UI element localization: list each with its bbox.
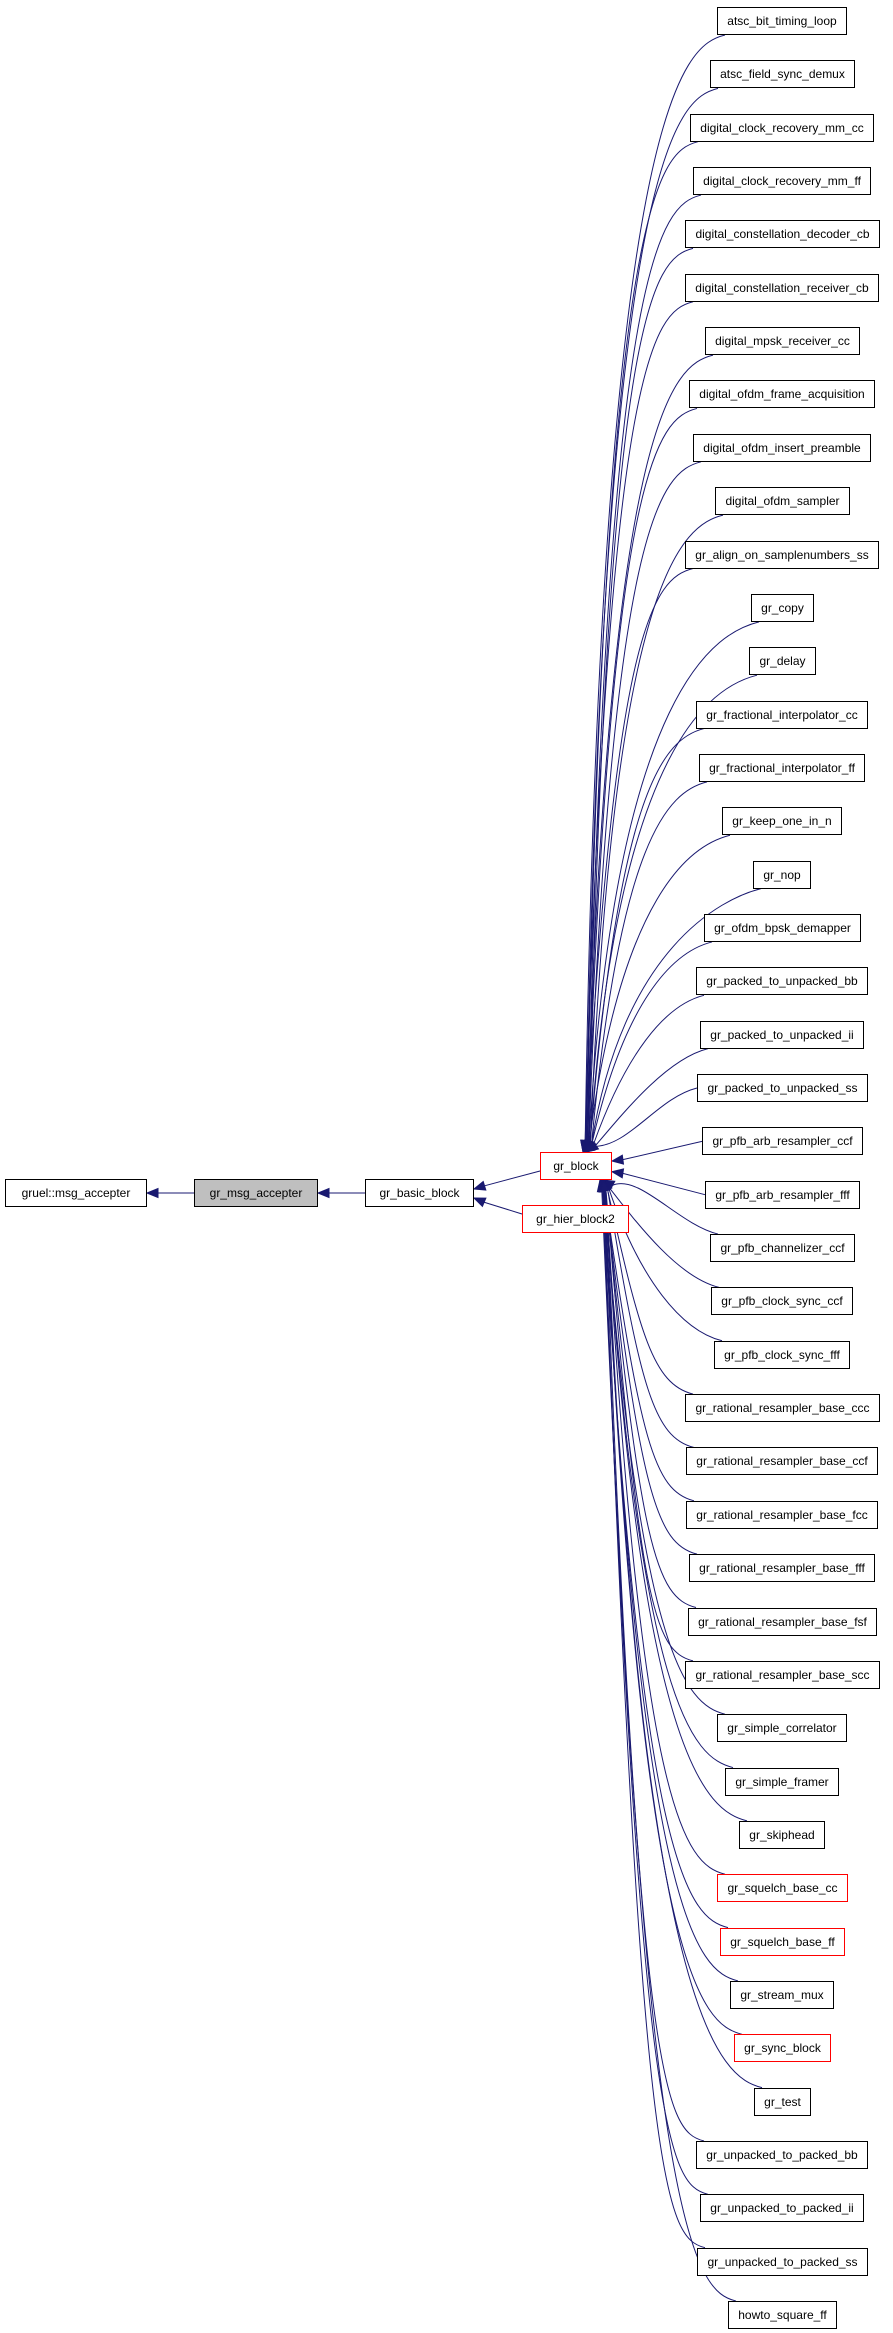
node-gr-ofdm-bpsk-demapper[interactable]: gr_ofdm_bpsk_demapper <box>704 914 861 942</box>
node-gr-rational-resampler-base-fff[interactable]: gr_rational_resampler_base_fff <box>689 1554 875 1582</box>
node-digital-clock-recovery-mm-cc[interactable]: digital_clock_recovery_mm_cc <box>690 114 874 142</box>
node-gr-pfb-clock-sync-ccf[interactable]: gr_pfb_clock_sync_ccf <box>711 1287 853 1315</box>
edge-gr-rational-resampler-base-scc <box>605 1190 694 1662</box>
node-digital-mpsk-receiver-cc[interactable]: digital_mpsk_receiver_cc <box>705 327 860 355</box>
node-gr-hier-block2[interactable]: gr_hier_block2 <box>522 1205 629 1233</box>
node-gr-fractional-interpolator-ff[interactable]: gr_fractional_interpolator_ff <box>699 754 865 782</box>
node-gr-packed-to-unpacked-bb[interactable]: gr_packed_to_unpacked_bb <box>696 967 868 995</box>
node-gr-skiphead[interactable]: gr_skiphead <box>739 1821 825 1849</box>
edge-gr-squelch-base-cc <box>605 1190 726 1875</box>
node-gr-unpacked-to-packed-bb[interactable]: gr_unpacked_to_packed_bb <box>696 2141 868 2169</box>
edge-gr-hier-block2-arrowhead <box>472 1197 487 1208</box>
node-gr-unpacked-to-packed-ss[interactable]: gr_unpacked_to_packed_ss <box>697 2248 868 2276</box>
node-digital-constellation-receiver-cb[interactable]: digital_constellation_receiver_cb <box>685 274 879 302</box>
node-atsc-field-sync-demux[interactable]: atsc_field_sync_demux <box>710 60 855 88</box>
node-gr-pfb-clock-sync-fff[interactable]: gr_pfb_clock_sync_fff <box>714 1341 850 1369</box>
edge-gr-block-arrowhead <box>472 1180 487 1191</box>
node-gr-rational-resampler-base-fsf[interactable]: gr_rational_resampler_base_fsf <box>688 1608 877 1636</box>
edge-gr-basic-block-arrowhead <box>316 1187 330 1199</box>
edge-gr-delay <box>589 674 758 1143</box>
node-gr-pfb-channelizer-ccf[interactable]: gr_pfb_channelizer_ccf <box>710 1234 855 1262</box>
node-gr-squelch-base-cc[interactable]: gr_squelch_base_cc <box>717 1874 848 1902</box>
node-gr-align-on-samplenumbers-ss[interactable]: gr_align_on_samplenumbers_ss <box>685 541 879 569</box>
edge-gr-pfb-arb-resampler-fff-arrowhead <box>610 1168 625 1179</box>
node-gr-fractional-interpolator-cc[interactable]: gr_fractional_interpolator_cc <box>696 701 868 729</box>
node-gr-delay[interactable]: gr_delay <box>749 647 816 675</box>
edge-gr-ofdm-bpsk-demapper <box>591 941 713 1144</box>
node-gr-basic-block[interactable]: gr_basic_block <box>365 1179 474 1207</box>
edge-gr-pfb-arb-resampler-ccf <box>622 1140 703 1161</box>
node-gr-stream-mux[interactable]: gr_stream_mux <box>730 1981 834 2009</box>
edge-gr-pfb-arb-resampler-fff <box>622 1172 706 1196</box>
edge-gr-pfb-arb-resampler-ccf-arrowhead <box>610 1154 625 1165</box>
node-gr-test[interactable]: gr_test <box>754 2088 811 2116</box>
node-gr-sync-block[interactable]: gr_sync_block <box>734 2034 831 2062</box>
node-gruel-msg-accepter[interactable]: gruel::msg_accepter <box>5 1179 147 1207</box>
node-digital-ofdm-frame-acquisition[interactable]: digital_ofdm_frame_acquisition <box>689 380 875 408</box>
edge-gr-packed-to-unpacked-bb <box>593 994 705 1145</box>
node-gr-unpacked-to-packed-ii[interactable]: gr_unpacked_to_packed_ii <box>700 2194 864 2222</box>
node-digital-ofdm-insert-preamble[interactable]: digital_ofdm_insert_preamble <box>693 434 871 462</box>
edge-gr-pfb-clock-sync-ccf <box>608 1186 720 1288</box>
node-gr-squelch-base-ff[interactable]: gr_squelch_base_ff <box>720 1928 845 1956</box>
edge-gr-msg-accepter-arrowhead <box>145 1187 159 1199</box>
node-gr-pfb-arb-resampler-fff[interactable]: gr_pfb_arb_resampler_fff <box>705 1181 860 1209</box>
node-digital-clock-recovery-mm-ff[interactable]: digital_clock_recovery_mm_ff <box>693 167 871 195</box>
node-gr-nop[interactable]: gr_nop <box>753 861 811 889</box>
node-digital-ofdm-sampler[interactable]: digital_ofdm_sampler <box>715 487 850 515</box>
node-digital-constellation-decoder-cb[interactable]: digital_constellation_decoder_cb <box>685 220 880 248</box>
edge-digital-clock-recovery-mm-cc <box>586 141 699 1142</box>
node-gr-packed-to-unpacked-ss[interactable]: gr_packed_to_unpacked_ss <box>697 1074 868 1102</box>
node-gr-simple-correlator[interactable]: gr_simple_correlator <box>717 1714 847 1742</box>
node-gr-msg-accepter[interactable]: gr_msg_accepter <box>194 1179 318 1207</box>
node-gr-rational-resampler-base-fcc[interactable]: gr_rational_resampler_base_fcc <box>686 1501 878 1529</box>
node-howto-square-ff[interactable]: howto_square_ff <box>728 2301 837 2329</box>
edge-gr-packed-to-unpacked-ss <box>592 1087 698 1147</box>
edge-digital-ofdm-frame-acquisition <box>587 407 698 1142</box>
edge-gr-block <box>484 1170 541 1187</box>
node-gr-pfb-arb-resampler-ccf[interactable]: gr_pfb_arb_resampler_ccf <box>702 1127 863 1155</box>
node-gr-rational-resampler-base-ccf[interactable]: gr_rational_resampler_base_ccf <box>686 1447 878 1475</box>
node-gr-rational-resampler-base-ccc[interactable]: gr_rational_resampler_base_ccc <box>685 1394 880 1422</box>
node-gr-copy[interactable]: gr_copy <box>751 594 814 622</box>
node-gr-keep-one-in-n[interactable]: gr_keep_one_in_n <box>722 807 842 835</box>
node-gr-rational-resampler-base-scc[interactable]: gr_rational_resampler_base_scc <box>685 1661 880 1689</box>
edge-gr-hier-block2 <box>484 1201 523 1215</box>
node-gr-simple-framer[interactable]: gr_simple_framer <box>725 1768 839 1796</box>
node-atsc-bit-timing-loop[interactable]: atsc_bit_timing_loop <box>717 7 847 35</box>
node-gr-packed-to-unpacked-ii[interactable]: gr_packed_to_unpacked_ii <box>700 1021 864 1049</box>
node-gr-block[interactable]: gr_block <box>540 1152 612 1180</box>
